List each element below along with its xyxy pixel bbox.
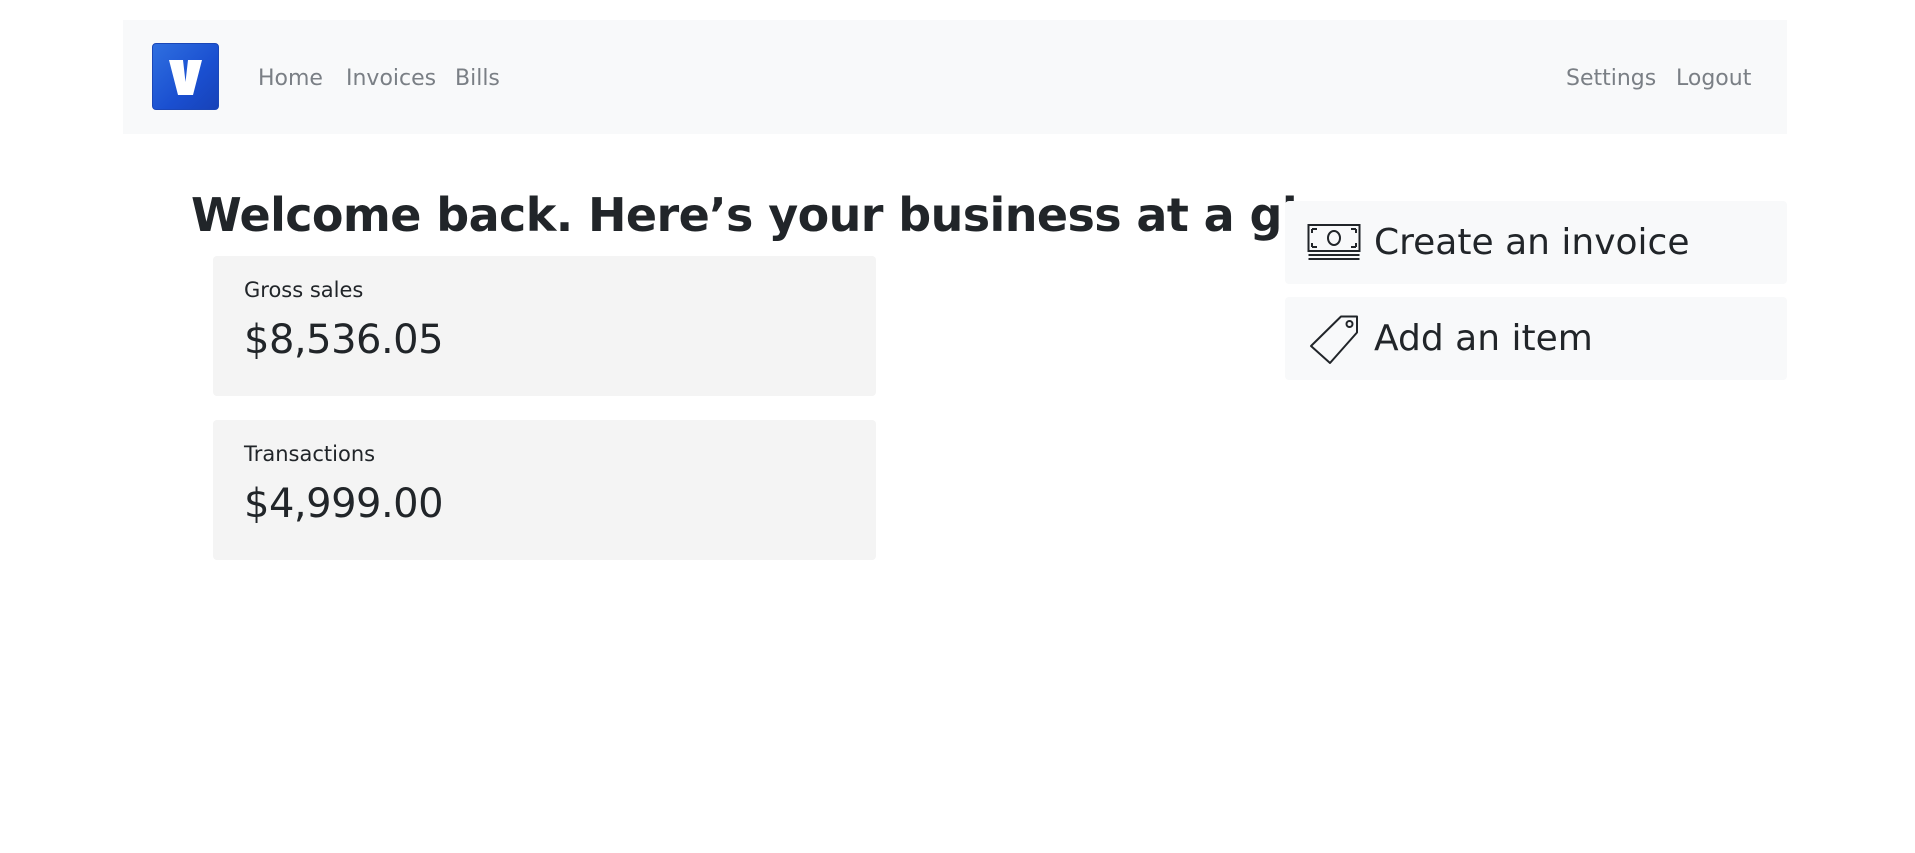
- logo-v-icon: [169, 60, 202, 95]
- nav-bills-link[interactable]: Bills: [455, 66, 500, 92]
- transactions-value: $4,999.00: [244, 481, 444, 527]
- top-navbar: Home Invoices Bills Settings Logout: [123, 20, 1787, 134]
- transactions-label: Transactions: [244, 442, 376, 466]
- gross-sales-card: Gross sales $8,536.05: [213, 256, 876, 396]
- brand-logo[interactable]: [152, 43, 219, 110]
- nav-settings-link[interactable]: Settings: [1566, 66, 1656, 92]
- add-item-label: Add an item: [1374, 318, 1593, 359]
- gross-sales-value: $8,536.05: [244, 317, 444, 363]
- cash-icon: [1307, 224, 1361, 260]
- nav-home-link[interactable]: Home: [258, 66, 323, 92]
- create-invoice-button[interactable]: Create an invoice: [1285, 201, 1787, 284]
- nav-invoices-link[interactable]: Invoices: [346, 66, 436, 92]
- create-invoice-label: Create an invoice: [1374, 222, 1690, 263]
- gross-sales-label: Gross sales: [244, 278, 364, 302]
- page-headline: Welcome back. Here’s your business at a …: [191, 188, 1434, 242]
- nav-logout-link[interactable]: Logout: [1676, 66, 1751, 92]
- transactions-card: Transactions $4,999.00: [213, 420, 876, 560]
- tag-icon: [1310, 315, 1358, 364]
- add-item-button[interactable]: Add an item: [1285, 297, 1787, 380]
